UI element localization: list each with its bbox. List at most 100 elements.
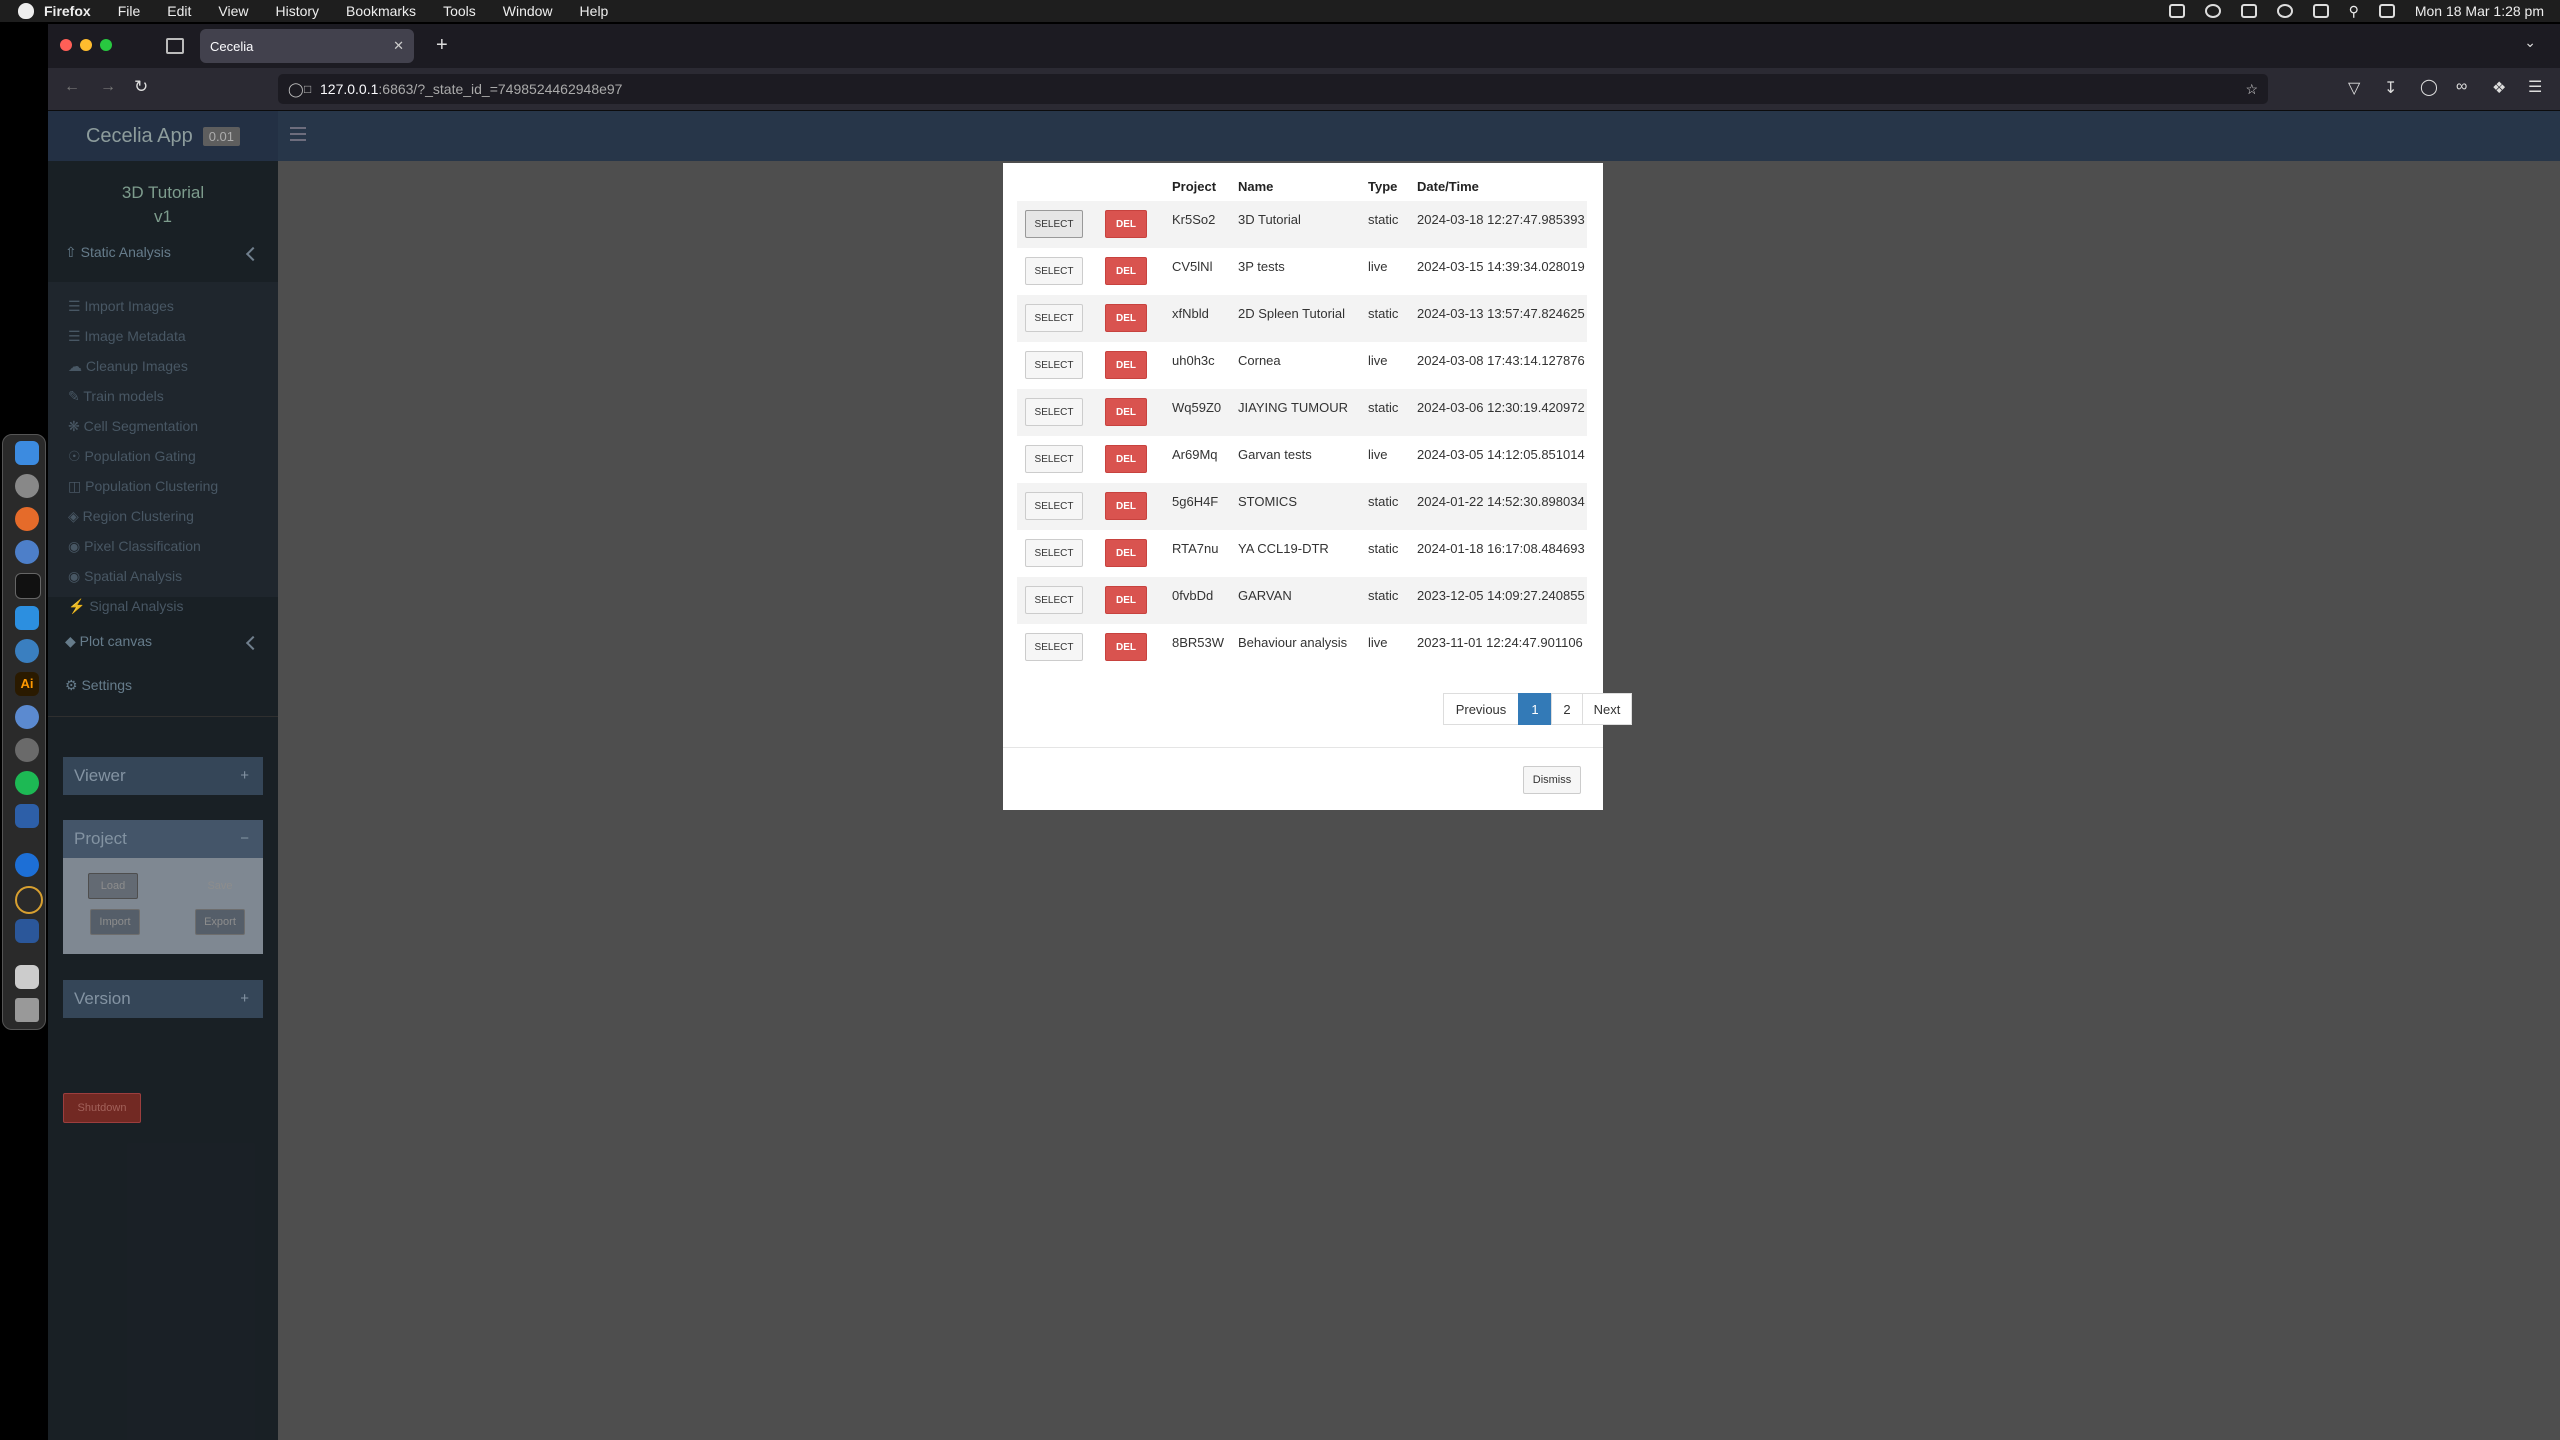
select-button[interactable]: SELECT (1025, 304, 1083, 332)
finder-icon[interactable] (15, 441, 39, 465)
private-mask-icon[interactable]: ∞ (2456, 78, 2467, 96)
pagination-page-2[interactable]: 2 (1551, 693, 1583, 725)
app-icon-14[interactable] (15, 886, 43, 914)
fiji-icon[interactable] (15, 804, 39, 828)
clock[interactable]: Mon 18 Mar 1:28 pm (2415, 3, 2544, 19)
trash-icon[interactable] (15, 998, 39, 1022)
table-row: SELECT DEL xfNbld 2D Spleen Tutorial static 2… (1017, 295, 1587, 342)
pagination: Previous 1 2 Next (1443, 693, 1632, 725)
new-tab-icon[interactable]: + (436, 34, 448, 57)
delete-button[interactable]: DEL (1105, 304, 1147, 332)
delete-button[interactable]: DEL (1105, 257, 1147, 285)
menu-window[interactable]: Window (503, 3, 553, 19)
docker-icon[interactable] (15, 606, 39, 630)
maximize-window-icon[interactable] (100, 39, 112, 51)
delete-button[interactable]: DEL (1105, 351, 1147, 379)
pagination-page-1[interactable]: 1 (1518, 693, 1552, 725)
select-button[interactable]: SELECT (1025, 633, 1083, 661)
menu-edit[interactable]: Edit (167, 3, 191, 19)
pagination-next[interactable]: Next (1582, 693, 1632, 725)
cell-datetime: 2024-01-18 16:17:08.484693 (1417, 541, 1585, 556)
word-icon[interactable] (15, 919, 39, 943)
tab-cecelia[interactable]: Cecelia ✕ (200, 29, 414, 63)
project-select-modal: Project Name Type Date/Time SELECT DEL Kr5… (1003, 163, 1632, 810)
cell-type: live (1368, 353, 1388, 368)
app-icon-4[interactable] (15, 540, 39, 564)
select-button[interactable]: SELECT (1025, 398, 1083, 426)
cell-project: Wq59Z0 (1172, 400, 1222, 415)
dismiss-button[interactable]: Dismiss (1523, 766, 1581, 794)
account-icon[interactable]: ◯ (2420, 77, 2438, 97)
delete-button[interactable]: DEL (1105, 586, 1147, 614)
app-icon-10[interactable] (15, 738, 39, 762)
close-tab-icon[interactable]: ✕ (393, 38, 404, 54)
select-button[interactable]: SELECT (1025, 492, 1083, 520)
status-icon-3[interactable] (2240, 4, 2257, 18)
printer-icon[interactable] (15, 965, 39, 989)
forward-icon[interactable]: → (100, 78, 116, 96)
nav-toolbar: ← → ↻ ◯ □ 127.0.0.1:6863/?_state_id_=749… (48, 68, 2560, 111)
settings-icon[interactable] (15, 474, 39, 498)
menu-tools[interactable]: Tools (443, 3, 476, 19)
menu-firefox[interactable]: Firefox (44, 3, 91, 19)
delete-button[interactable]: DEL (1105, 633, 1147, 661)
illustrator-icon[interactable]: Ai (15, 672, 39, 696)
dock: Ai (2, 434, 46, 1030)
extensions-icon[interactable]: ❖ (2492, 78, 2506, 98)
cell-name: Behaviour analysis (1238, 635, 1348, 650)
tab-overview-icon[interactable] (166, 38, 184, 54)
menu-history[interactable]: History (275, 3, 319, 19)
menu-file[interactable]: File (118, 3, 141, 19)
menu-bookmarks[interactable]: Bookmarks (346, 3, 416, 19)
wifi-off-icon[interactable] (2312, 4, 2329, 18)
table-row: SELECT DEL Ar69Mq Garvan tests live 2024-03-0… (1017, 436, 1587, 483)
select-button[interactable]: SELECT (1025, 445, 1083, 473)
cell-datetime: 2024-03-05 14:12:05.851014 (1417, 447, 1585, 462)
menu-view[interactable]: View (218, 3, 248, 19)
terminal-icon[interactable] (15, 573, 41, 599)
cell-type: static (1368, 494, 1399, 509)
cell-project: 0fvbDd (1172, 588, 1214, 603)
select-button[interactable]: SELECT (1025, 539, 1083, 567)
delete-button[interactable]: DEL (1105, 539, 1147, 567)
firefox-icon[interactable] (15, 507, 39, 531)
select-button[interactable]: SELECT (1025, 257, 1083, 285)
select-button[interactable]: SELECT (1025, 351, 1083, 379)
cell-datetime: 2024-03-08 17:43:14.127876 (1417, 353, 1585, 368)
list-tabs-icon[interactable]: ⌄ (2524, 34, 2536, 51)
control-center-icon[interactable] (2378, 4, 2395, 18)
back-icon[interactable]: ← (64, 78, 80, 96)
table-row: SELECT DEL Wq59Z0 JIAYING TUMOUR static 2024-… (1017, 389, 1587, 436)
status-icon-1[interactable] (2168, 4, 2185, 18)
status-icon-2[interactable] (2204, 4, 2221, 18)
bookmark-star-icon[interactable]: ☆ (2245, 81, 2258, 98)
close-window-icon[interactable] (60, 39, 72, 51)
spotify-icon[interactable] (15, 771, 39, 795)
select-button[interactable]: SELECT (1025, 210, 1083, 238)
page-info-icon[interactable]: □ (304, 82, 311, 96)
shield-icon[interactable]: ◯ (288, 81, 304, 98)
select-button[interactable]: SELECT (1025, 586, 1083, 614)
menu-help[interactable]: Help (580, 3, 609, 19)
pagination-previous[interactable]: Previous (1443, 693, 1519, 725)
pocket-icon[interactable]: ▽ (2348, 78, 2360, 98)
delete-button[interactable]: DEL (1105, 210, 1147, 238)
minimize-window-icon[interactable] (80, 39, 92, 51)
delete-button[interactable]: DEL (1105, 445, 1147, 473)
search-app-icon[interactable] (15, 639, 39, 663)
delete-button[interactable]: DEL (1105, 492, 1147, 520)
cell-name: JIAYING TUMOUR (1238, 400, 1349, 415)
apple-icon[interactable] (18, 3, 34, 19)
downloads-icon[interactable]: ↧ (2384, 78, 2397, 98)
delete-button[interactable]: DEL (1105, 398, 1147, 426)
status-icon-4[interactable] (2276, 4, 2293, 18)
table-row: SELECT DEL uh0h3c Cornea live 2024-03-08 17:4… (1017, 342, 1587, 389)
teamviewer-icon[interactable] (15, 853, 39, 877)
app-menu-icon[interactable]: ☰ (2528, 77, 2542, 97)
spotlight-icon[interactable]: ⚲ (2349, 3, 2359, 20)
app-icon-9[interactable] (15, 705, 39, 729)
cell-name: GARVAN (1238, 588, 1292, 603)
page-content: Cecelia App 0.01 3D Tutorial v1 ⇧ Static… (48, 111, 2560, 1440)
url-bar[interactable]: ◯ □ 127.0.0.1:6863/?_state_id_=749852446… (278, 74, 2268, 104)
reload-icon[interactable]: ↻ (134, 77, 148, 97)
